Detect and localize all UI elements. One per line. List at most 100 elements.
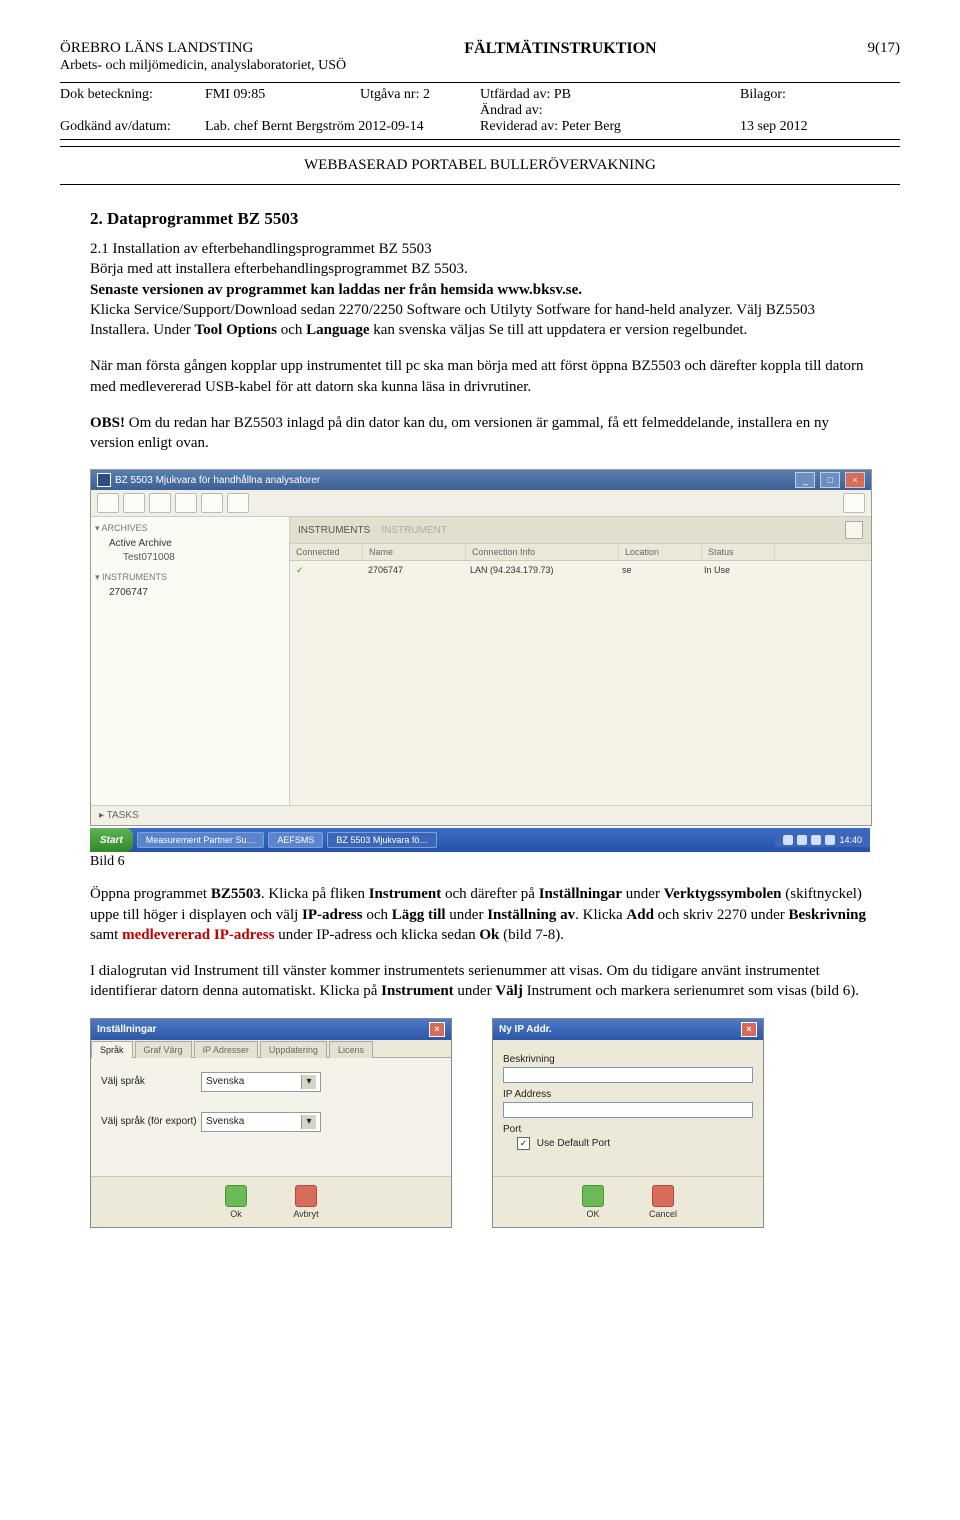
tree-sub-test[interactable]: Test071008 [95,551,285,564]
tasks-panel[interactable]: ▸ TASKS [91,805,871,825]
taskbar-item-3[interactable]: BZ 5503 Mjukvara fö… [327,832,437,848]
minimize-button[interactable]: _ [795,472,815,488]
p4p: Add [626,907,654,923]
maximize-button[interactable]: □ [820,472,840,488]
tab-ip[interactable]: IP Adresser [194,1041,258,1058]
tab-upd[interactable]: Uppdatering [260,1041,327,1058]
toolbar-button-3[interactable] [149,493,171,513]
input-beskrivning[interactable] [503,1067,753,1083]
p4d: Instrument [369,886,442,902]
ip-body: Beskrivning IP Address Port ✓ Use Defaul… [493,1040,763,1176]
label-ipaddress: IP Address [503,1089,753,1100]
p5d: Välj [495,983,523,999]
check-icon [225,1185,247,1207]
app-body: ▾ ARCHIVES Active Archive Test071008 ▾ I… [91,517,871,805]
toolbar-button-help[interactable] [843,493,865,513]
checkbox-default-port[interactable]: ✓ [517,1137,530,1150]
p4f: Inställningar [539,886,622,902]
start-button[interactable]: Start [90,828,133,852]
panel-titlebar: INSTRUMENTS INSTRUMENT [290,517,871,544]
tray-icon[interactable] [825,835,835,845]
col-connected[interactable]: Connected [290,544,363,560]
p4s: samt [90,927,122,943]
list-row[interactable]: ✓ 2706747 LAN (94.234.179.73) se In Use [290,561,871,580]
p5c: under [454,983,496,999]
select-sprak-export[interactable]: Svenska ▾ [201,1112,321,1132]
para-1-line1: 2.1 Installation av efterbehandlingsprog… [90,241,432,257]
tree-header-instruments[interactable]: ▾ INSTRUMENTS [95,570,285,585]
para-1-bold-tool: Tool Options [195,322,277,338]
col-name[interactable]: Name [363,544,466,560]
doc-meta-table: Dok beteckning: FMI 09:85 Utgåva nr: 2 U… [60,82,900,140]
settings-tabs: Språk Graf Värg IP Adresser Uppdatering … [91,1040,451,1058]
settings-row-2: Välj språk (för export) Svenska ▾ [101,1112,441,1132]
tree-item-active-archive[interactable]: Active Archive [95,536,285,551]
cancel-button[interactable]: Cancel [638,1185,688,1219]
gear-icon[interactable] [845,521,863,539]
tab-sprak[interactable]: Språk [91,1041,133,1058]
toolbar-button-6[interactable] [227,493,249,513]
tray-icon[interactable] [797,835,807,845]
meta-bilagor: Bilagor: [740,87,850,119]
label-port: Port [503,1124,753,1135]
cancel-button[interactable]: Avbryt [281,1185,331,1219]
cell-name: 2706747 [362,563,464,578]
p4j: IP-adress [302,907,363,923]
p4g: under [622,886,664,902]
para-4: Öppna programmet BZ5503. Klicka på flike… [90,884,870,945]
ok-button[interactable]: OK [568,1185,618,1219]
select-sprak-export-value: Svenska [206,1116,244,1127]
cell-status: In Use [698,563,770,578]
panel-title-sub: INSTRUMENT [381,525,447,536]
p4a: Öppna programmet [90,886,211,902]
para-2: När man första gången kopplar upp instru… [90,356,870,397]
doc-type-title: FÄLTMÄTINSTRUKTION [464,40,656,58]
org-name: ÖREBRO LÄNS LANDSTING [60,40,253,58]
meta-val-fmi: FMI 09:85 [205,87,360,119]
col-conninfo[interactable]: Connection Info [466,544,619,560]
close-icon[interactable]: × [429,1022,445,1037]
tray-icon[interactable] [783,835,793,845]
toolbar-button-1[interactable] [97,493,119,513]
p4m: under [446,907,488,923]
p4u: under IP-adress och klicka sedan [274,927,479,943]
select-sprak[interactable]: Svenska ▾ [201,1072,321,1092]
meta-label-godkand: Godkänd av/datum: [60,119,205,135]
page-number: 9(17) [868,40,901,58]
settings-row-1: Välj språk Svenska ▾ [101,1072,441,1092]
meta-reviderad: Reviderad av: Peter Berg [480,119,740,135]
p4e: och därefter på [441,886,538,902]
input-ipaddress[interactable] [503,1102,753,1118]
label-valj-sprak: Välj språk [101,1076,201,1087]
col-status[interactable]: Status [702,544,775,560]
system-tray: 14:40 [775,833,870,847]
para-3: OBS! Om du redan har BZ5503 inlagd på di… [90,413,870,454]
para-3-obs: OBS! [90,415,125,431]
taskbar-item-1[interactable]: Measurement Partner Su… [137,832,265,848]
tab-graf[interactable]: Graf Värg [135,1041,192,1058]
cancel-icon [652,1185,674,1207]
toolbar-button-4[interactable] [175,493,197,513]
p4w: (bild 7-8). [499,927,564,943]
tree-item-serial[interactable]: 2706747 [95,585,285,600]
dialog-ip-titlebar: Ny IP Addr. × [493,1019,763,1040]
p4l: Lägg till [392,907,446,923]
ok-button[interactable]: Ok [211,1185,261,1219]
para-1-bold-lang: Language [306,322,369,338]
meta-andrad: Ändrad av: [480,103,740,119]
tab-lic[interactable]: Licens [329,1041,373,1058]
tray-icon[interactable] [811,835,821,845]
chevron-down-icon: ▾ [301,1075,316,1089]
app-title: BZ 5503 Mjukvara för handhållna analysat… [115,475,320,486]
para-1: 2.1 Installation av efterbehandlingsprog… [90,239,870,340]
close-button[interactable]: × [845,472,865,488]
cell-location: se [616,563,698,578]
close-icon[interactable]: × [741,1022,757,1037]
col-location[interactable]: Location [619,544,702,560]
toolbar-button-2[interactable] [123,493,145,513]
app-sidebar: ▾ ARCHIVES Active Archive Test071008 ▾ I… [91,517,290,805]
toolbar-button-5[interactable] [201,493,223,513]
taskbar-item-2[interactable]: AEFSMS [268,832,323,848]
meta-label-utgava: Utgåva nr: 2 [360,87,480,119]
tree-header-archives[interactable]: ▾ ARCHIVES [95,521,285,536]
